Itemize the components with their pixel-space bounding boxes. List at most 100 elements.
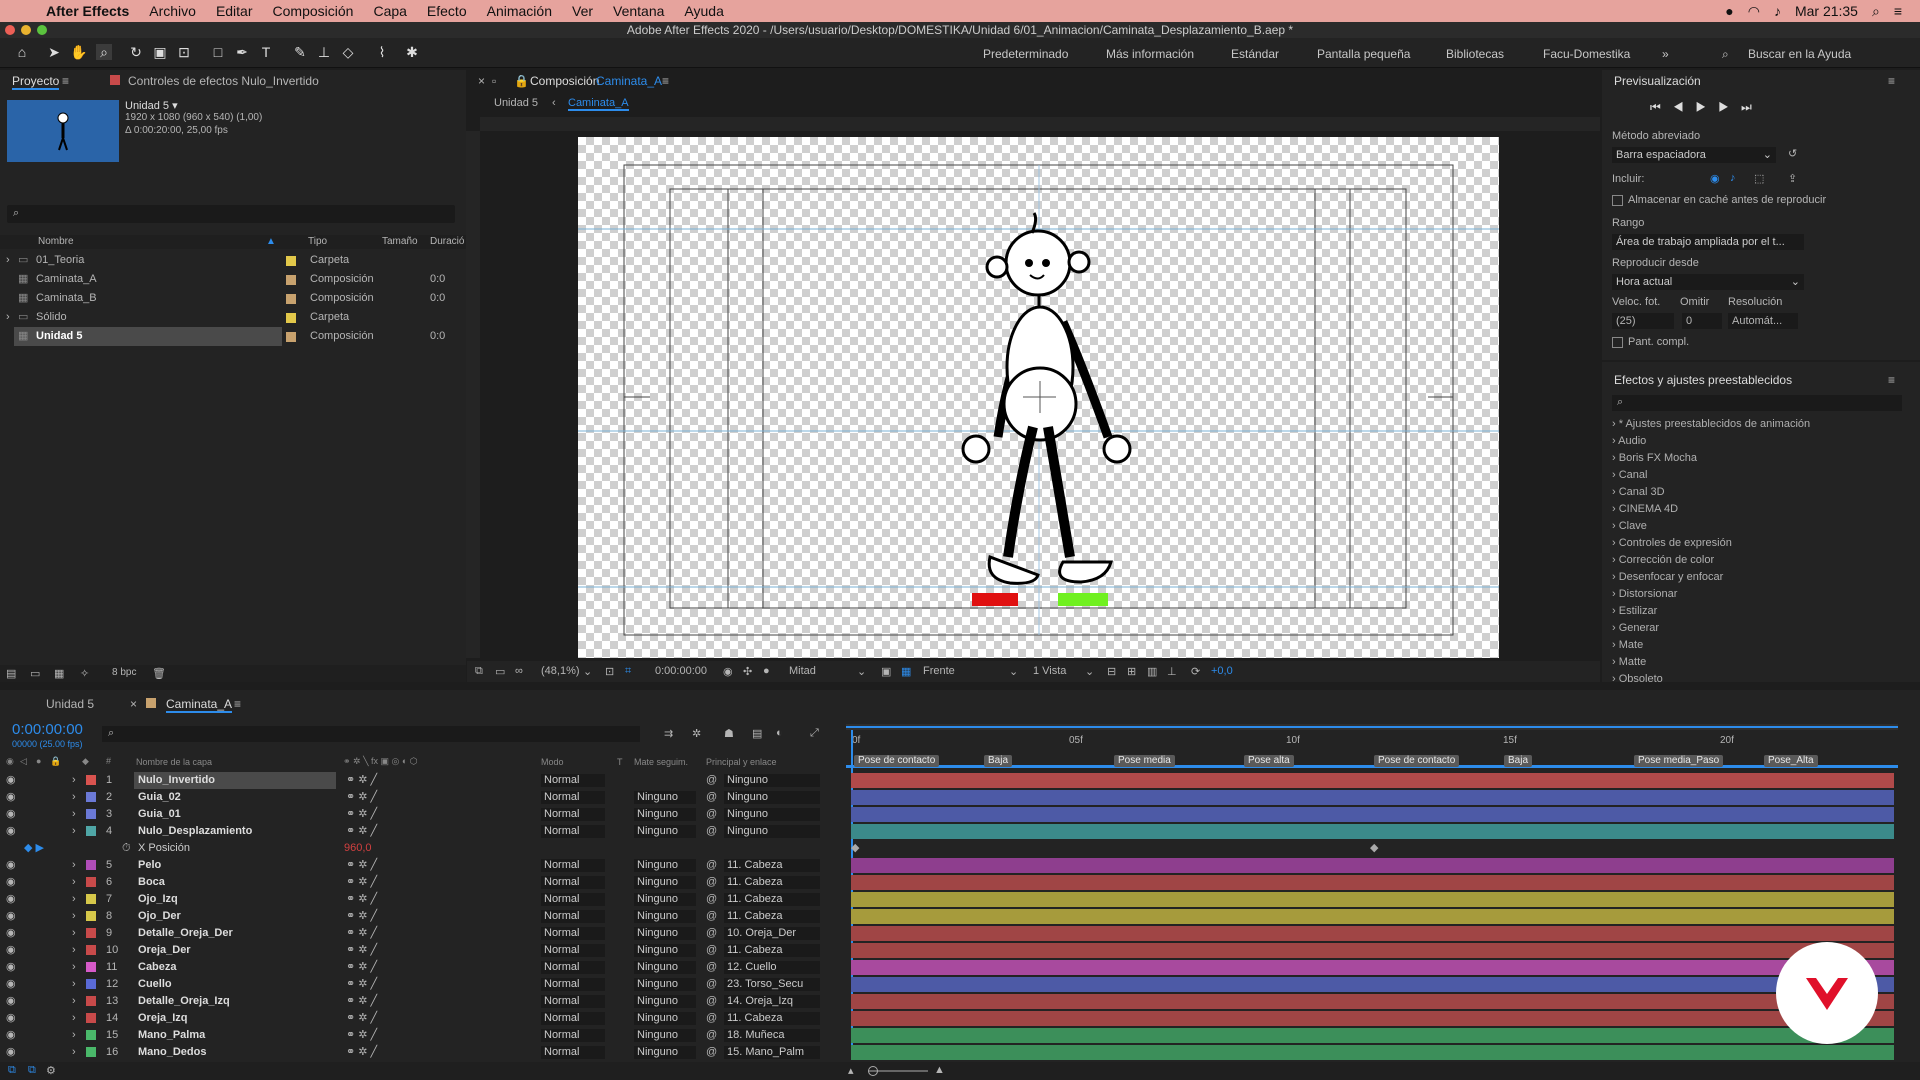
show-snapshot-icon[interactable]: ✣: [743, 665, 752, 678]
layer-duration-bar[interactable]: [851, 1011, 1894, 1026]
graph-editor-icon[interactable]: ⤢: [810, 727, 819, 740]
parent-select[interactable]: 10. Oreja_Der: [724, 927, 820, 940]
time-ruler[interactable]: 0f 05f 10f 15f 20f: [846, 732, 1898, 750]
track-matte-select[interactable]: Ninguno: [634, 1046, 696, 1059]
layer-name[interactable]: Ojo_Der: [134, 908, 336, 925]
resolution-select[interactable]: Mitad: [789, 665, 816, 677]
menu-composicion[interactable]: Composición: [273, 3, 354, 19]
close-tab-icon[interactable]: ×: [130, 697, 137, 711]
selection-tool-icon[interactable]: ➤: [46, 44, 62, 60]
tab-effect-controls[interactable]: Controles de efectos Nulo_Invertido: [128, 74, 319, 88]
layer-switch-icons[interactable]: ⚭ ✲ ╱: [346, 976, 377, 993]
breadcrumb-caminata-a[interactable]: Caminata_A: [568, 97, 629, 111]
effect-category[interactable]: › Mate: [1612, 639, 1643, 651]
more-workspaces-icon[interactable]: »: [1662, 47, 1669, 61]
draft-3d-icon[interactable]: ✲: [692, 727, 701, 740]
layer-switch-icons[interactable]: ⚭ ✲ ╱: [346, 874, 377, 891]
parent-select[interactable]: Ninguno: [724, 774, 820, 787]
parent-select[interactable]: Ninguno: [724, 808, 820, 821]
clone-stamp-tool-icon[interactable]: ⊥: [316, 44, 332, 60]
layer-switch-icons[interactable]: ⚭ ✲ ╱: [346, 823, 377, 840]
layer-label-color[interactable]: [86, 860, 96, 870]
layer-row[interactable]: ◉ › 7 Ojo_Izq ⚭ ✲ ╱ Normal Ninguno @11. Cabeza: [0, 891, 1900, 908]
pick-whip-icon[interactable]: @: [706, 1010, 717, 1027]
track-matte-select[interactable]: Ninguno: [634, 876, 696, 889]
expand-arrow-icon[interactable]: ›: [72, 789, 76, 806]
visibility-eye-icon[interactable]: ◉: [6, 993, 16, 1010]
expand-arrow-icon[interactable]: ›: [72, 857, 76, 874]
layer-row[interactable]: ◉ › 9 Detalle_Oreja_Der ⚭ ✲ ╱ Normal Ninguno @1…: [0, 925, 1900, 942]
blend-mode-select[interactable]: Normal: [541, 927, 605, 940]
timeline-marker[interactable]: Pose media: [1114, 755, 1175, 767]
blend-mode-select[interactable]: Normal: [541, 876, 605, 889]
layer-switch-icons[interactable]: ⚭ ✲ ╱: [346, 1027, 377, 1044]
eraser-tool-icon[interactable]: ◇: [340, 44, 356, 60]
keyframe-icon[interactable]: ◆: [851, 840, 859, 857]
zoom-tool-icon[interactable]: ⌕: [96, 44, 112, 60]
timeline-marker[interactable]: Pose media_Paso: [1634, 755, 1724, 767]
layer-switch-icons[interactable]: ⚭ ✲ ╱: [346, 942, 377, 959]
motion-blur-icon[interactable]: ◐: [776, 727, 783, 739]
expand-arrow-icon[interactable]: ›: [72, 959, 76, 976]
expand-arrow-icon[interactable]: ›: [72, 993, 76, 1010]
layer-duration-bar[interactable]: [851, 994, 1894, 1009]
blend-mode-select[interactable]: Normal: [541, 1029, 605, 1042]
workspace-mas-informacion[interactable]: Más información: [1106, 47, 1194, 61]
effects-title[interactable]: Efectos y ajustes preestablecidos: [1614, 373, 1792, 387]
menu-archivo[interactable]: Archivo: [149, 3, 196, 19]
snapshot-icon[interactable]: ◉: [723, 665, 733, 678]
blend-mode-select[interactable]: Normal: [541, 995, 605, 1008]
layer-label-color[interactable]: [86, 877, 96, 887]
layer-row[interactable]: ◉ › 3 Guia_01 ⚭ ✲ ╱ Normal Ninguno @ Ninguno: [0, 806, 1900, 823]
3d-view-select[interactable]: Frente: [923, 665, 955, 677]
blend-mode-select[interactable]: Normal: [541, 825, 605, 838]
tab-caminata-a[interactable]: Caminata_A: [166, 697, 233, 713]
views-layout-select[interactable]: 1 Vista: [1033, 665, 1066, 677]
audio-icon[interactable]: ♪: [1730, 172, 1736, 184]
visibility-eye-icon[interactable]: ◉: [6, 806, 16, 823]
pick-whip-icon[interactable]: @: [706, 925, 717, 942]
layer-label-color[interactable]: [86, 979, 96, 989]
expand-arrow-icon[interactable]: ›: [72, 891, 76, 908]
selected-item-name[interactable]: Unidad 5 ▾: [125, 99, 178, 112]
zoom-level-select[interactable]: (48,1%): [541, 665, 580, 677]
reset-icon[interactable]: ↺: [1788, 147, 1797, 160]
blend-mode-select[interactable]: Normal: [541, 961, 605, 974]
t-header[interactable]: T: [617, 757, 623, 767]
tab-composicion[interactable]: Composición: [530, 74, 599, 88]
timeline-search-input[interactable]: ⌕: [102, 726, 640, 742]
time-navigator[interactable]: [846, 724, 1898, 730]
layer-switch-icons[interactable]: ⚭ ✲ ╱: [346, 1010, 377, 1027]
menu-editar[interactable]: Editar: [216, 3, 253, 19]
layer-name[interactable]: Cabeza: [134, 959, 336, 976]
timeline-marker[interactable]: Pose de contacto: [1374, 755, 1460, 767]
expand-arrow-icon[interactable]: ›: [72, 772, 76, 789]
effect-category[interactable]: › Distorsionar: [1612, 588, 1677, 600]
monitor-icon[interactable]: ▭: [495, 665, 505, 678]
layer-duration-bar[interactable]: [851, 1045, 1894, 1060]
panel-menu-icon[interactable]: ≡: [1888, 74, 1895, 88]
layer-duration-bar[interactable]: [851, 892, 1894, 907]
layer-label-color[interactable]: [86, 826, 96, 836]
rectangle-tool-icon[interactable]: □: [210, 44, 226, 60]
frame-blending-icon[interactable]: ▤: [752, 727, 762, 740]
track-matte-select[interactable]: Ninguno: [634, 825, 696, 838]
adjust-settings-icon[interactable]: ✧: [80, 667, 89, 680]
layer-name[interactable]: Ojo_Izq: [134, 891, 336, 908]
layer-duration-bar[interactable]: [851, 977, 1894, 992]
tab-composition-name[interactable]: Caminata_A: [596, 74, 662, 88]
effect-category[interactable]: › Clave: [1612, 520, 1647, 532]
track-matte-select[interactable]: Ninguno: [634, 910, 696, 923]
menu-app-name[interactable]: After Effects: [46, 3, 129, 19]
menu-ver[interactable]: Ver: [572, 3, 593, 19]
parent-select[interactable]: 11. Cabeza: [724, 893, 820, 906]
track-matte-select[interactable]: Ninguno: [634, 791, 696, 804]
pick-whip-icon[interactable]: @: [706, 942, 717, 959]
parent-select[interactable]: 11. Cabeza: [724, 910, 820, 923]
visibility-eye-icon[interactable]: ◉: [6, 1027, 16, 1044]
composition-viewer[interactable]: [578, 137, 1499, 658]
breadcrumb-unidad-5[interactable]: Unidad 5: [494, 97, 538, 109]
track-matte-select[interactable]: Ninguno: [634, 1029, 696, 1042]
blend-mode-select[interactable]: Normal: [541, 859, 605, 872]
fit-icon[interactable]: ⊡: [605, 665, 614, 678]
